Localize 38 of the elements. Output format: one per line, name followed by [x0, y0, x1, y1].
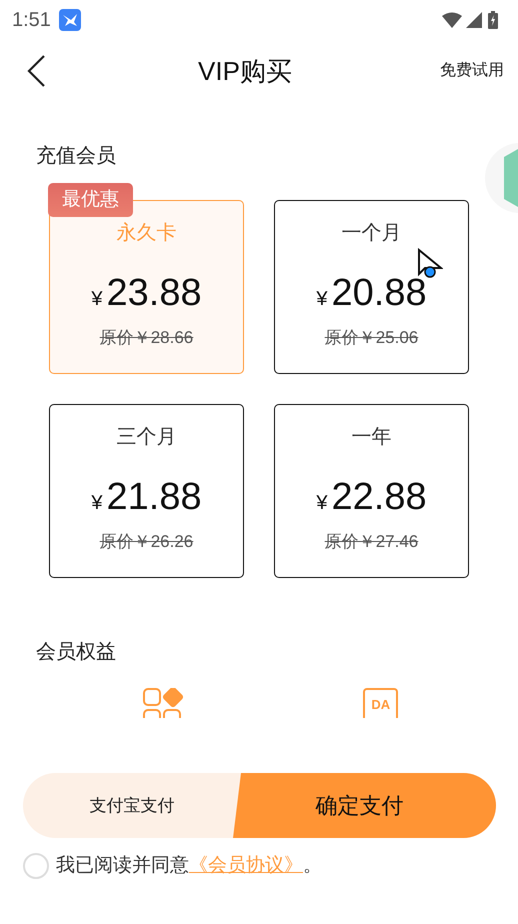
apps-icon: [143, 688, 186, 718]
plan-card[interactable]: 一个月 ¥20.88 原价￥25.06: [274, 200, 469, 374]
free-trial-link[interactable]: 免费试用: [440, 59, 504, 83]
wifi-icon: [442, 12, 462, 28]
status-time: 1:51: [12, 8, 51, 33]
agree-checkbox[interactable]: [23, 853, 49, 880]
plan-name: 一年: [352, 425, 392, 450]
original-price: 原价￥28.66: [100, 327, 194, 349]
section-title: 会员权益: [36, 640, 117, 665]
plan-price: 22.88: [332, 475, 427, 519]
agreement-end: 。: [303, 854, 322, 878]
plan-price: 20.88: [332, 271, 427, 315]
best-deal-badge: 最优惠: [48, 183, 133, 217]
agreement-text: 我已阅读并同意: [56, 854, 189, 878]
original-price: 原价￥25.06: [324, 327, 418, 349]
plan-name: 三个月: [116, 425, 176, 450]
tag-icon: DA: [363, 688, 398, 718]
currency-symbol: ¥: [91, 287, 103, 312]
plan-name: 永久卡: [116, 221, 176, 246]
signal-icon: [466, 12, 482, 28]
confirm-pay-button[interactable]: 确定支付: [233, 773, 496, 838]
page-title: VIP购买: [198, 54, 292, 88]
section-title: 充值会员: [36, 144, 117, 169]
plan-price: 21.88: [106, 475, 202, 519]
plan-card[interactable]: 一年 ¥22.88 原价￥27.46: [274, 404, 469, 578]
currency-symbol: ¥: [316, 287, 328, 312]
battery-icon: [488, 11, 498, 29]
app-notification-icon: [58, 9, 81, 31]
original-price: 原价￥26.26: [100, 531, 194, 553]
plan-card[interactable]: 三个月 ¥21.88 原价￥26.26: [49, 404, 244, 578]
currency-symbol: ¥: [316, 491, 328, 516]
mouse-cursor-icon: [417, 248, 443, 280]
original-price: 原价￥27.46: [324, 531, 418, 553]
plan-price: 23.88: [106, 271, 202, 315]
alipay-button[interactable]: 支付宝支付: [23, 773, 233, 838]
floating-hexagon-icon: [484, 143, 518, 213]
currency-symbol: ¥: [91, 491, 103, 516]
plan-name: 一个月: [342, 221, 402, 246]
